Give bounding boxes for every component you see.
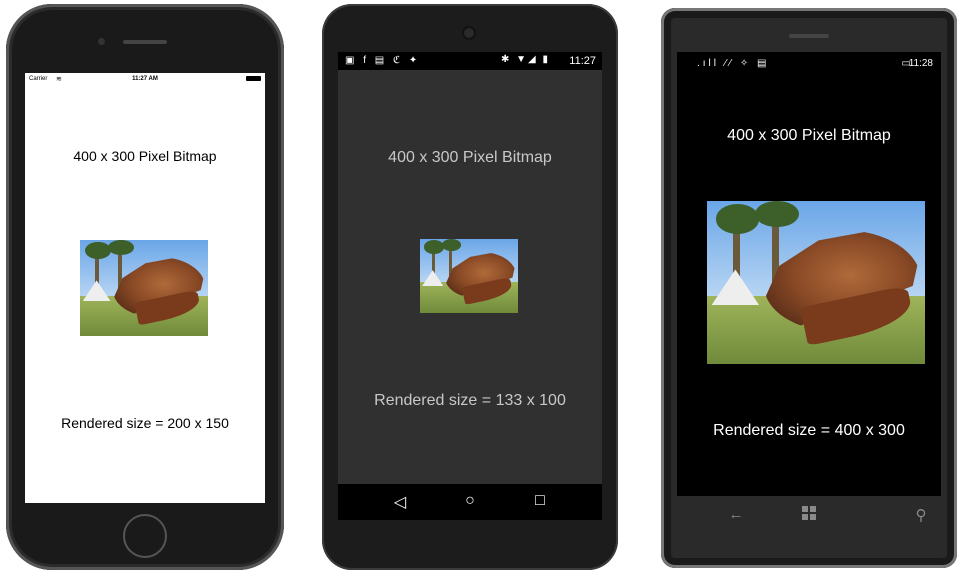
navigation-bar: ◁ ○ □ [338,484,602,520]
page-title: 400 x 300 Pixel Bitmap [73,148,217,164]
rendered-size-label: Rendered size = 200 x 150 [61,415,229,431]
battery-icon [246,76,261,81]
bitmap-image [707,201,925,364]
search-icon[interactable]: ⚲ [909,506,933,524]
front-camera [98,38,105,45]
iphone-screen: Carrier ≋ 11:27 AM 400 x 300 Pixel Bitma… [25,73,265,503]
status-time: 11:27 [569,55,596,67]
back-icon[interactable]: ← [724,506,748,523]
signal-icons: .ıll ⁄⁄ ✧ ▤ [697,58,770,69]
bitmap-image [420,239,518,313]
windows-phone-device: .ıll ⁄⁄ ✧ ▤ ▭ 11:28 400 x 300 Pixel Bitm… [661,8,957,568]
signal-icons: ✱ ▼◢ ▮ [500,54,550,65]
rendered-size-label: Rendered size = 133 x 100 [374,392,566,409]
earpiece [123,40,167,44]
page-title: 400 x 300 Pixel Bitmap [727,127,891,144]
status-time: 11:27 AM [132,76,158,82]
recents-icon[interactable]: □ [528,492,552,510]
front-camera [462,26,476,40]
back-icon[interactable]: ◁ [388,492,412,512]
android-screen: ▣ f ▤ ℭ ✦ ✱ ▼◢ ▮ 11:27 400 x 300 Pixel B… [338,52,602,520]
winphone-screen: .ıll ⁄⁄ ✧ ▤ ▭ 11:28 400 x 300 Pixel Bitm… [677,52,941,496]
status-bar: .ıll ⁄⁄ ✧ ▤ ▭ 11:28 [677,58,941,72]
page-title: 400 x 300 Pixel Bitmap [388,149,552,166]
status-time: 11:28 [908,58,933,69]
status-bar: Carrier ≋ 11:27 AM [25,73,265,85]
home-button[interactable] [123,514,167,558]
android-device: ▣ f ▤ ℭ ✦ ✱ ▼◢ ▮ 11:27 400 x 300 Pixel B… [322,4,618,570]
windows-start-icon[interactable] [797,506,821,524]
navigation-bar: ← ⚲ [677,496,941,536]
earpiece [789,34,829,38]
home-icon[interactable]: ○ [458,492,482,510]
iphone-device: Carrier ≋ 11:27 AM 400 x 300 Pixel Bitma… [6,4,284,570]
status-bar: ▣ f ▤ ℭ ✦ ✱ ▼◢ ▮ 11:27 [338,52,602,70]
rendered-size-label: Rendered size = 400 x 300 [713,422,905,439]
bitmap-image [80,240,208,336]
notification-icons: ▣ f ▤ ℭ ✦ [345,55,421,66]
